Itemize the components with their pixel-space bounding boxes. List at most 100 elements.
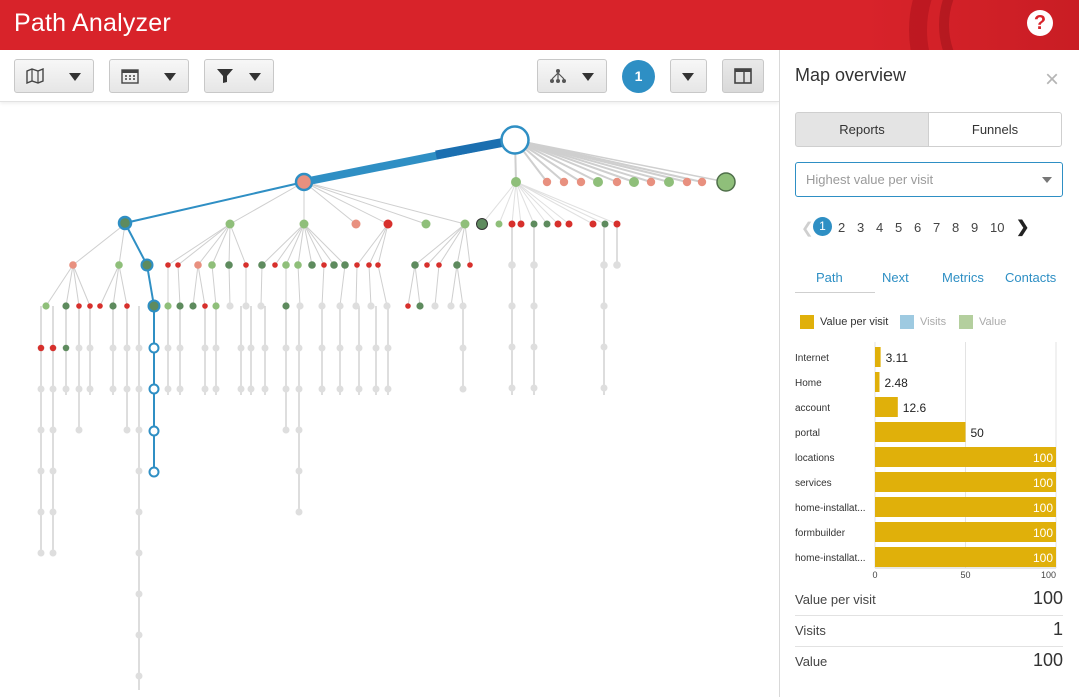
path-node[interactable]: [530, 343, 538, 351]
path-node[interactable]: [258, 261, 266, 269]
path-node[interactable]: [117, 215, 133, 231]
path-node[interactable]: [140, 258, 154, 272]
bar[interactable]: [875, 372, 880, 392]
path-node[interactable]: [330, 261, 338, 269]
path-node[interactable]: [42, 302, 50, 310]
path-node[interactable]: [49, 385, 57, 393]
path-node[interactable]: [135, 631, 143, 639]
layout-tree-button[interactable]: [537, 59, 607, 93]
toggle-panel-button[interactable]: [722, 59, 764, 93]
close-icon[interactable]: ×: [1045, 68, 1059, 92]
path-node[interactable]: [135, 385, 143, 393]
path-node[interactable]: [416, 302, 424, 310]
path-node[interactable]: [49, 344, 57, 352]
path-node[interactable]: [294, 172, 314, 192]
path-node[interactable]: [351, 219, 361, 229]
path-node[interactable]: [109, 302, 117, 310]
path-node[interactable]: [336, 344, 344, 352]
legend-label-visits[interactable]: Visits: [920, 316, 946, 328]
date-range-button[interactable]: [109, 59, 189, 93]
bar[interactable]: [875, 447, 1056, 467]
path-node[interactable]: [282, 385, 290, 393]
path-node[interactable]: [135, 467, 143, 475]
path-node[interactable]: [436, 262, 442, 268]
path-node[interactable]: [247, 385, 255, 393]
path-node[interactable]: [243, 262, 249, 268]
path-node[interactable]: [593, 177, 603, 187]
path-node[interactable]: [367, 302, 375, 310]
path-node[interactable]: [352, 302, 360, 310]
path-node[interactable]: [511, 177, 521, 187]
path-node[interactable]: [261, 344, 269, 352]
path-node[interactable]: [421, 219, 431, 229]
tab-funnels[interactable]: Funnels: [928, 112, 1062, 147]
path-node[interactable]: [176, 385, 184, 393]
path-node[interactable]: [295, 344, 303, 352]
path-node[interactable]: [87, 303, 93, 309]
path-node[interactable]: [261, 385, 269, 393]
path-node[interactable]: [321, 262, 327, 268]
path-node[interactable]: [257, 302, 265, 310]
path-node[interactable]: [366, 262, 372, 268]
path-node[interactable]: [62, 302, 70, 310]
path-node[interactable]: [282, 344, 290, 352]
path-node[interactable]: [76, 303, 82, 309]
path-node[interactable]: [424, 262, 430, 268]
path-node[interactable]: [62, 385, 70, 393]
path-node[interactable]: [109, 385, 117, 393]
path-node[interactable]: [124, 303, 130, 309]
page-4[interactable]: 4: [876, 220, 883, 235]
path-node[interactable]: [201, 385, 209, 393]
path-node[interactable]: [97, 303, 103, 309]
path-node[interactable]: [62, 344, 70, 352]
path-node[interactable]: [212, 302, 220, 310]
path-node[interactable]: [336, 385, 344, 393]
path-node[interactable]: [176, 344, 184, 352]
path-node[interactable]: [115, 261, 123, 269]
path-node[interactable]: [295, 426, 303, 434]
path-node[interactable]: [49, 549, 57, 557]
path-node[interactable]: [383, 302, 391, 310]
legend-label-value[interactable]: Value: [979, 316, 1006, 328]
path-node[interactable]: [600, 343, 608, 351]
path-node[interactable]: [372, 344, 380, 352]
report-select[interactable]: Highest value per visit: [795, 162, 1063, 197]
path-node[interactable]: [716, 172, 736, 192]
path-node[interactable]: [299, 219, 309, 229]
bar[interactable]: [875, 522, 1056, 542]
path-node[interactable]: [697, 177, 707, 187]
path-node[interactable]: [372, 385, 380, 393]
path-node[interactable]: [123, 344, 131, 352]
path-node[interactable]: [37, 549, 45, 557]
path-node[interactable]: [318, 344, 326, 352]
path-node[interactable]: [282, 426, 290, 434]
path-node[interactable]: [447, 302, 455, 310]
path-node[interactable]: [405, 303, 411, 309]
path-node[interactable]: [208, 261, 216, 269]
path-node[interactable]: [341, 261, 349, 269]
path-node[interactable]: [135, 344, 143, 352]
path-node[interactable]: [508, 261, 516, 269]
path-node[interactable]: [383, 219, 393, 229]
path-node[interactable]: [135, 590, 143, 598]
page-7[interactable]: 7: [933, 220, 940, 235]
path-node[interactable]: [37, 426, 45, 434]
page-indicator-badge[interactable]: 1: [622, 60, 655, 93]
path-node[interactable]: [135, 672, 143, 680]
path-node[interactable]: [495, 220, 503, 228]
path-node[interactable]: [543, 220, 551, 228]
path-node[interactable]: [37, 467, 45, 475]
path-node[interactable]: [576, 177, 586, 187]
tab-path[interactable]: Path: [816, 270, 843, 285]
path-node[interactable]: [37, 385, 45, 393]
path-node[interactable]: [530, 220, 538, 228]
page-6[interactable]: 6: [914, 220, 921, 235]
path-node[interactable]: [242, 302, 250, 310]
path-node[interactable]: [282, 261, 290, 269]
path-node[interactable]: [459, 302, 467, 310]
path-node[interactable]: [600, 302, 608, 310]
path-node[interactable]: [467, 262, 473, 268]
path-node[interactable]: [295, 508, 303, 516]
chevron-right-icon[interactable]: ❯: [1016, 217, 1029, 237]
path-node[interactable]: [75, 344, 83, 352]
